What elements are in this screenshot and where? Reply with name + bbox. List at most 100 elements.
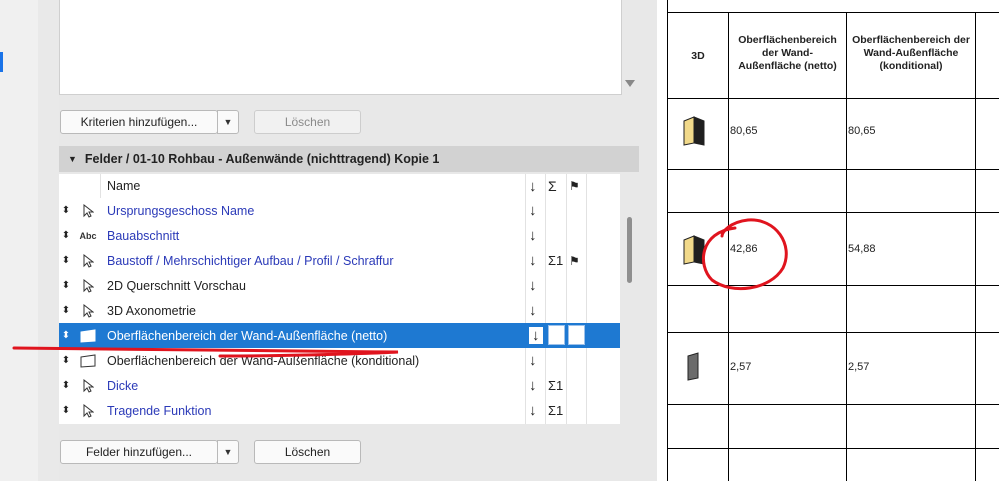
cell-toggle[interactable] [568,325,585,345]
criteria-scrollbar[interactable] [621,0,639,94]
header-3d: 3D [691,50,705,62]
flag-icon[interactable]: ⚑ [569,179,580,193]
list-item[interactable]: ⬍ Tragende Funktion ↓ Σ1 [59,398,620,423]
fields-list: Name ↓ Σ ⚑ ⬍ Ursprungsgeschoss Name ↓ ⬍ Abc B… [59,174,620,424]
sort-toggle[interactable]: ↓ [529,202,537,219]
table-border [667,0,668,481]
scroll-down-icon[interactable] [625,80,635,87]
sort-toggle[interactable]: ↓ [529,252,537,269]
pointer-icon [79,277,97,295]
cell-netto: 80,65 [730,125,758,137]
table-rule [667,212,999,213]
surface-icon [79,327,97,345]
list-item[interactable]: ⬍ Abc Bauabschnitt ↓ [59,223,620,248]
delete-fields-button[interactable]: Löschen [254,440,361,464]
pointer-icon [79,402,97,420]
add-criteria-dropdown[interactable]: ▼ [217,110,239,134]
text-field-icon: Abc [79,230,97,241]
fields-scrollbar-thumb[interactable] [627,217,632,283]
sort-toggle[interactable]: ↓ [529,327,543,344]
cell-konditional: 54,88 [848,243,876,255]
schedule-settings-panel: Kriterien hinzufügen... ▼ Löschen ▼ Feld… [59,0,655,481]
field-name: 2D Querschnitt Vorschau [107,278,246,293]
drag-handle-icon[interactable]: ⬍ [61,280,71,291]
header-netto: Oberflächenbereich der Wand-Außenfläche … [738,34,837,72]
drag-handle-icon[interactable]: ⬍ [61,330,71,341]
sort-toggle[interactable]: ↓ [529,352,537,369]
add-fields-dropdown[interactable]: ▼ [217,440,239,464]
sum-toggle[interactable]: Σ1 [548,378,563,393]
table-border [975,12,976,481]
field-name: Dicke [107,378,139,393]
table-rule [667,332,999,333]
wall-3d-thumbnail-icon [687,352,699,381]
section-title: Felder / 01-10 Rohbau - Außenwände (nich… [84,152,440,166]
table-rule [667,404,999,405]
column-divider [100,174,101,198]
table-rule [667,448,999,449]
field-name: Oberflächenbereich der Wand-Außenfläche … [107,328,388,343]
cell-toggle[interactable] [548,325,565,345]
table-rule [667,169,999,170]
chevron-down-icon: ▼ [223,117,233,127]
pointer-icon [79,302,97,320]
sum-icon[interactable]: Σ [548,178,557,194]
flag-toggle[interactable]: ⚑ [569,254,580,268]
table-rule [667,12,999,13]
sum-toggle[interactable]: Σ1 [548,403,563,418]
field-name: Ursprungsgeschoss Name [107,203,255,218]
list-header-row: Name ↓ Σ ⚑ [59,174,620,198]
drag-handle-icon[interactable]: ⬍ [61,305,71,316]
cell-konditional: 2,57 [848,361,870,373]
panel-gutter [38,0,59,481]
table-border [728,12,729,481]
criteria-list[interactable] [59,0,622,95]
list-item[interactable]: ⬍ Baustoff / Mehrschichtiger Aufbau / Pro… [59,248,620,273]
cell-netto: 42,86 [730,243,758,255]
list-item[interactable]: ⬍ Oberflächenbereich der Wand-Außenfläche… [59,348,620,373]
left-toolbar-strip [0,0,39,481]
delete-criteria-button[interactable]: Löschen [254,110,361,134]
wall-3d-thumbnail-icon [683,235,705,265]
sort-toggle[interactable]: ↓ [529,402,537,419]
surface-icon [79,352,97,370]
field-name: 3D Axonometrie [107,303,196,318]
field-name: Oberflächenbereich der Wand-Außenfläche … [107,353,420,368]
table-border [846,12,847,481]
drag-handle-icon[interactable]: ⬍ [61,205,71,216]
drag-handle-icon[interactable]: ⬍ [61,355,71,366]
sort-toggle[interactable]: ↓ [529,302,537,319]
add-fields-button[interactable]: Felder hinzufügen... [60,440,218,464]
column-header-name[interactable]: Name [107,179,140,193]
sort-toggle[interactable]: ↓ [529,377,537,394]
chevron-down-icon: ▼ [223,447,233,457]
list-item[interactable]: ⬍ 2D Querschnitt Vorschau ↓ [59,273,620,298]
header-konditional: Oberflächenbereich der Wand-Außenfläche … [852,34,970,72]
drag-handle-icon[interactable]: ⬍ [61,255,71,266]
sort-icon[interactable]: ↓ [529,178,537,195]
drag-handle-icon[interactable]: ⬍ [61,405,71,416]
add-criteria-button[interactable]: Kriterien hinzufügen... [60,110,218,134]
table-rule [667,98,999,99]
list-item[interactable]: ⬍ 3D Axonometrie ↓ [59,298,620,323]
list-item[interactable]: ⬍ Ursprungsgeschoss Name ↓ [59,198,620,223]
cell-konditional: 80,65 [848,125,876,137]
pointer-icon [79,202,97,220]
pointer-icon [79,252,97,270]
sum-toggle[interactable]: Σ1 [548,253,563,268]
drag-handle-icon[interactable]: ⬍ [61,380,71,391]
list-item[interactable]: ⬍ Oberflächenbereich der Wand-Außenfläche… [59,323,620,348]
sort-toggle[interactable]: ↓ [529,277,537,294]
sort-toggle[interactable]: ↓ [529,227,537,244]
cell-netto: 2,57 [730,361,752,373]
pointer-icon [79,377,97,395]
active-indicator [0,52,3,72]
collapse-triangle-icon[interactable]: ▼ [68,154,77,164]
list-item[interactable]: ⬍ Dicke ↓ Σ1 [59,373,620,398]
fields-section-header[interactable]: ▼ Felder / 01-10 Rohbau - Außenwände (ni… [59,146,639,172]
schedule-preview: 3D Oberflächenbereich der Wand-Außenfläc… [657,0,999,481]
drag-handle-icon[interactable]: ⬍ [61,230,71,241]
wall-3d-thumbnail-icon [683,116,705,146]
field-name: Baustoff / Mehrschichtiger Aufbau / Prof… [107,253,394,268]
field-name: Tragende Funktion [107,403,212,418]
